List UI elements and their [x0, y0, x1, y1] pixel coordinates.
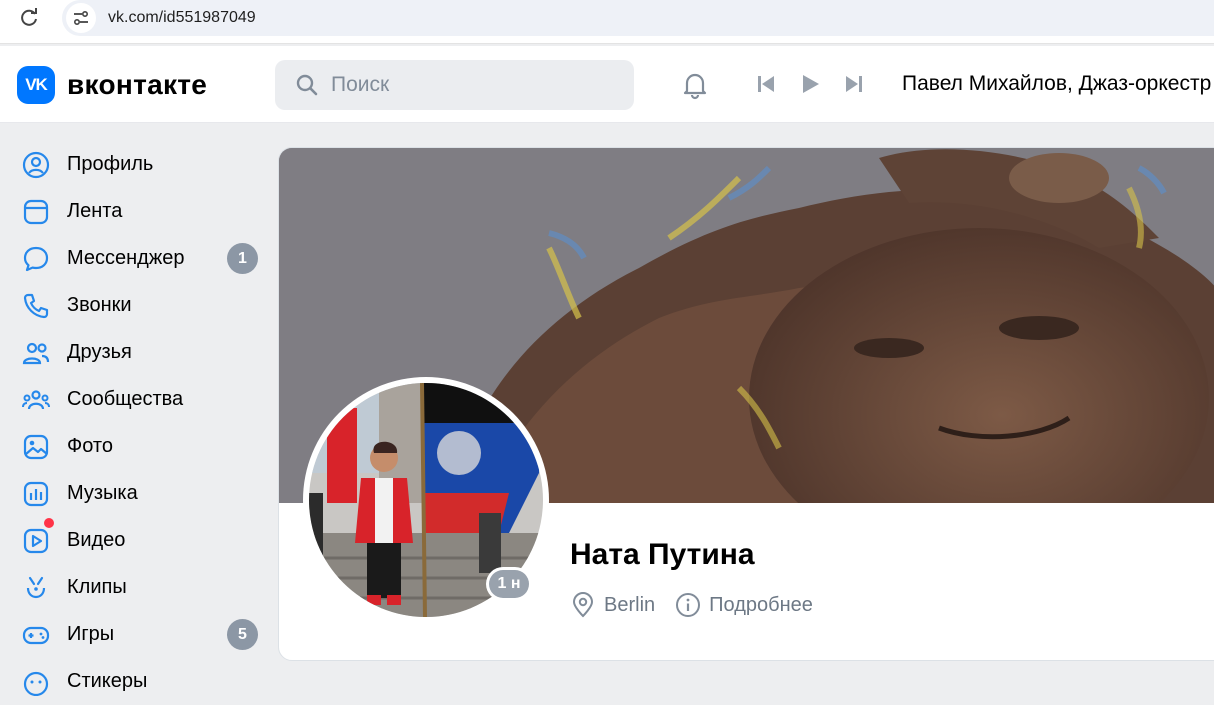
sidebar-item-music[interactable]: Музыка [0, 470, 270, 517]
sidebar-item-label: Игры [67, 623, 115, 645]
logo-text: вконтакте [67, 69, 208, 100]
sidebar-item-calls[interactable]: Звонки [0, 282, 270, 329]
location-text: Berlin [604, 593, 656, 616]
communities-icon [21, 385, 50, 414]
site-header: VK вконтакте Павел Михайлов, Джаз-оркест… [0, 46, 1214, 123]
video-icon [21, 526, 50, 555]
sidebar-item-label: Клипы [67, 576, 127, 598]
profile-name: Ната Путина [570, 538, 755, 571]
sidebar-item-games[interactable]: Игры 5 [0, 611, 270, 658]
photo-icon [21, 432, 50, 461]
notifications-bell-icon[interactable] [679, 69, 711, 101]
sidebar-item-feed[interactable]: Лента [0, 188, 270, 235]
clips-icon [21, 573, 50, 602]
message-icon [21, 244, 50, 273]
newsfeed-icon [21, 197, 50, 226]
online-status-text: 1 н [489, 570, 529, 598]
previous-track-icon[interactable] [755, 73, 777, 95]
info-icon [676, 593, 701, 617]
site-info-icon[interactable] [66, 3, 96, 33]
user-circle-icon [21, 150, 50, 179]
profile-meta: Berlin Подробнее [570, 592, 833, 618]
sidebar-item-label: Видео [67, 529, 126, 551]
sidebar-item-profile[interactable]: Профиль [0, 141, 270, 188]
sidebar-item-friends[interactable]: Друзья [0, 329, 270, 376]
friends-icon [21, 338, 50, 367]
stickers-icon [21, 667, 50, 696]
sidebar-item-label: Друзья [67, 341, 132, 363]
sidebar-item-label: Мессенджер [67, 247, 185, 269]
browser-toolbar: vk.com/id551987049 [0, 0, 1214, 44]
search-icon [296, 74, 318, 96]
sidebar-item-messenger[interactable]: Мессенджер 1 [0, 235, 270, 282]
next-track-icon[interactable] [843, 73, 865, 95]
url-text[interactable]: vk.com/id551987049 [108, 9, 256, 27]
search-input[interactable] [331, 73, 611, 97]
online-status-badge: 1 н [486, 567, 532, 601]
sidebar-item-stickers[interactable]: Стикеры [0, 658, 270, 705]
vk-logo-icon: VK [17, 66, 55, 104]
search-box[interactable] [275, 60, 634, 110]
sidebar-item-label: Сообщества [67, 388, 184, 410]
play-icon[interactable] [799, 73, 821, 95]
phone-icon [21, 291, 50, 320]
vk-logo[interactable]: VK вконтакте [17, 66, 207, 104]
now-playing-text[interactable]: Павел Михайлов, Джаз-оркестр [902, 72, 1211, 96]
address-bar[interactable]: vk.com/id551987049 [62, 0, 1214, 36]
messenger-count-badge: 1 [227, 243, 258, 274]
sidebar-item-video[interactable]: Видео [0, 517, 270, 564]
location-pin-icon [572, 592, 594, 618]
games-count-badge: 5 [227, 619, 258, 650]
sidebar-item-photos[interactable]: Фото [0, 423, 270, 470]
notification-dot [44, 518, 54, 528]
sidebar-item-clips[interactable]: Клипы [0, 564, 270, 611]
games-icon [21, 620, 50, 649]
music-icon [21, 479, 50, 508]
profile-details-link[interactable]: Подробнее [675, 592, 813, 618]
left-sidebar: Профиль Лента Мессенджер 1 Звонки Друзья… [0, 141, 270, 705]
sidebar-item-label: Профиль [67, 153, 154, 175]
profile-location[interactable]: Berlin [570, 592, 655, 618]
sidebar-item-label: Звонки [67, 294, 132, 316]
audio-player-controls [755, 73, 865, 95]
details-text: Подробнее [709, 593, 813, 616]
sidebar-item-label: Лента [67, 200, 123, 222]
sidebar-item-communities[interactable]: Сообщества [0, 376, 270, 423]
sidebar-item-label: Фото [67, 435, 113, 457]
reload-icon[interactable] [16, 5, 42, 31]
sidebar-item-label: Музыка [67, 482, 138, 504]
sidebar-item-label: Стикеры [67, 670, 148, 692]
